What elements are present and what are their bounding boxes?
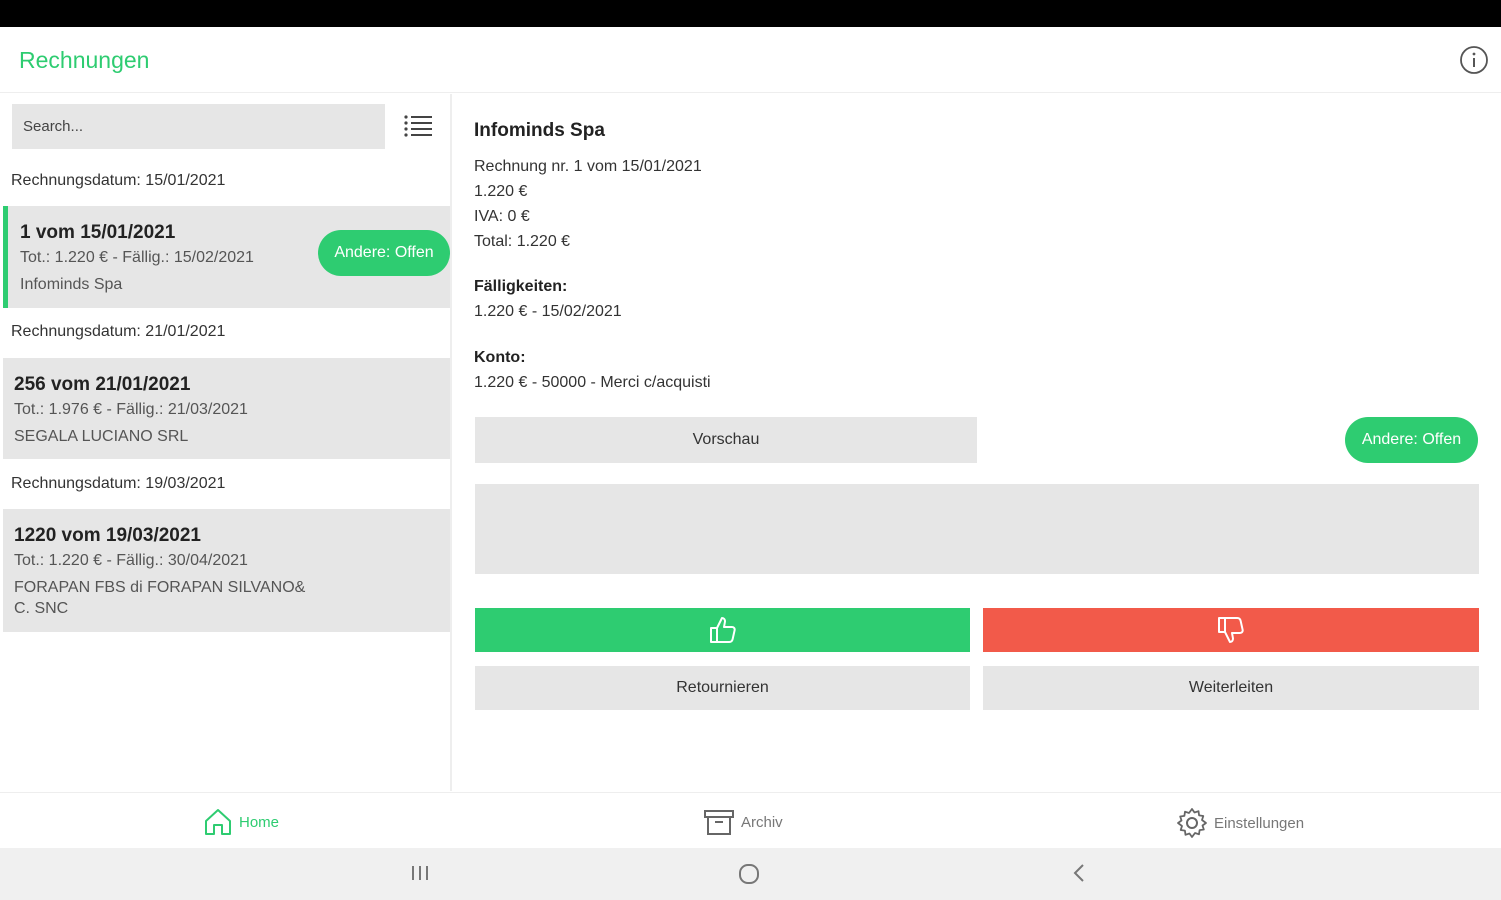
system-status-bar bbox=[0, 0, 1501, 27]
invoice-detail-pane: Infominds Spa Rechnung nr. 1 vom 15/01/2… bbox=[474, 94, 1484, 791]
invoice-list-item[interactable]: 1220 vom 19/03/2021 Tot.: 1.220 € - Fäll… bbox=[3, 509, 450, 632]
reject-button[interactable] bbox=[983, 608, 1479, 652]
status-badge[interactable]: Andere: Offen bbox=[318, 230, 450, 276]
thumbs-down-icon bbox=[1218, 617, 1244, 643]
nav-home[interactable]: Home bbox=[203, 807, 279, 837]
gear-icon bbox=[1177, 808, 1207, 838]
return-button[interactable]: Retournieren bbox=[475, 666, 970, 710]
due-dates-label: Fälligkeiten: bbox=[474, 278, 568, 295]
search-input[interactable] bbox=[12, 104, 385, 149]
thumbs-up-icon bbox=[709, 617, 736, 643]
home-icon bbox=[205, 809, 231, 835]
archive-box-icon bbox=[704, 810, 734, 835]
invoice-list-item[interactable]: 1 vom 15/01/2021 Tot.: 1.220 € - Fällig.… bbox=[3, 206, 450, 308]
list-filter-icon[interactable] bbox=[403, 114, 433, 138]
nav-settings-label: Einstellungen bbox=[1214, 814, 1305, 832]
invoice-title: 256 vom 21/01/2021 bbox=[14, 374, 191, 395]
invoice-supplier: FORAPAN FBS di FORAPAN SILVANO& C. SNC bbox=[14, 579, 306, 617]
preview-button[interactable]: Vorschau bbox=[475, 417, 977, 463]
detail-iva: IVA: 0 € bbox=[474, 208, 530, 225]
info-icon[interactable] bbox=[1459, 45, 1489, 75]
notes-field[interactable] bbox=[475, 484, 1479, 574]
due-dates-value: 1.220 € - 15/02/2021 bbox=[474, 303, 622, 320]
group-date-label: Rechnungsdatum: 19/03/2021 bbox=[11, 475, 226, 492]
invoice-summary: Tot.: 1.976 € - Fällig.: 21/03/2021 bbox=[14, 401, 248, 418]
system-navigation-bar bbox=[0, 848, 1501, 900]
invoice-supplier: Infominds Spa bbox=[20, 276, 123, 293]
detail-amount: 1.220 € bbox=[474, 183, 528, 200]
group-date-label: Rechnungsdatum: 21/01/2021 bbox=[11, 323, 226, 340]
home-circle-icon[interactable] bbox=[737, 862, 761, 886]
nav-archive-label: Archiv bbox=[741, 813, 783, 831]
invoice-list-pane: Rechnungsdatum: 15/01/2021 1 vom 15/01/2… bbox=[0, 94, 452, 791]
detail-total: Total: 1.220 € bbox=[474, 233, 571, 250]
invoice-list-item[interactable]: 256 vom 21/01/2021 Tot.: 1.976 € - Fälli… bbox=[3, 358, 450, 459]
detail-company: Infominds Spa bbox=[474, 120, 605, 141]
status-badge[interactable]: Andere: Offen bbox=[1345, 417, 1478, 463]
page-title: Rechnungen bbox=[19, 47, 150, 73]
nav-home-label: Home bbox=[239, 813, 280, 831]
invoice-supplier: SEGALA LUCIANO SRL bbox=[14, 428, 189, 445]
account-label: Konto: bbox=[474, 349, 526, 366]
back-chevron-icon[interactable] bbox=[1069, 862, 1091, 884]
invoice-summary: Tot.: 1.220 € - Fällig.: 15/02/2021 bbox=[20, 249, 254, 266]
approve-button[interactable] bbox=[475, 608, 970, 652]
nav-settings[interactable]: Einstellungen bbox=[1176, 807, 1304, 839]
invoice-title: 1 vom 15/01/2021 bbox=[20, 222, 176, 243]
invoice-summary: Tot.: 1.220 € - Fällig.: 30/04/2021 bbox=[14, 552, 248, 569]
invoice-title: 1220 vom 19/03/2021 bbox=[14, 525, 201, 546]
group-date-label: Rechnungsdatum: 15/01/2021 bbox=[11, 172, 226, 189]
detail-invoice-line: Rechnung nr. 1 vom 15/01/2021 bbox=[474, 158, 702, 175]
forward-button[interactable]: Weiterleiten bbox=[983, 666, 1479, 710]
bottom-navigation: Home Archiv Einstellungen bbox=[0, 792, 1501, 848]
recent-apps-icon[interactable] bbox=[409, 862, 431, 884]
app-bar: Rechnungen bbox=[0, 27, 1501, 93]
account-value: 1.220 € - 50000 - Merci c/acquisti bbox=[474, 374, 711, 391]
nav-archive[interactable]: Archiv bbox=[703, 807, 783, 837]
